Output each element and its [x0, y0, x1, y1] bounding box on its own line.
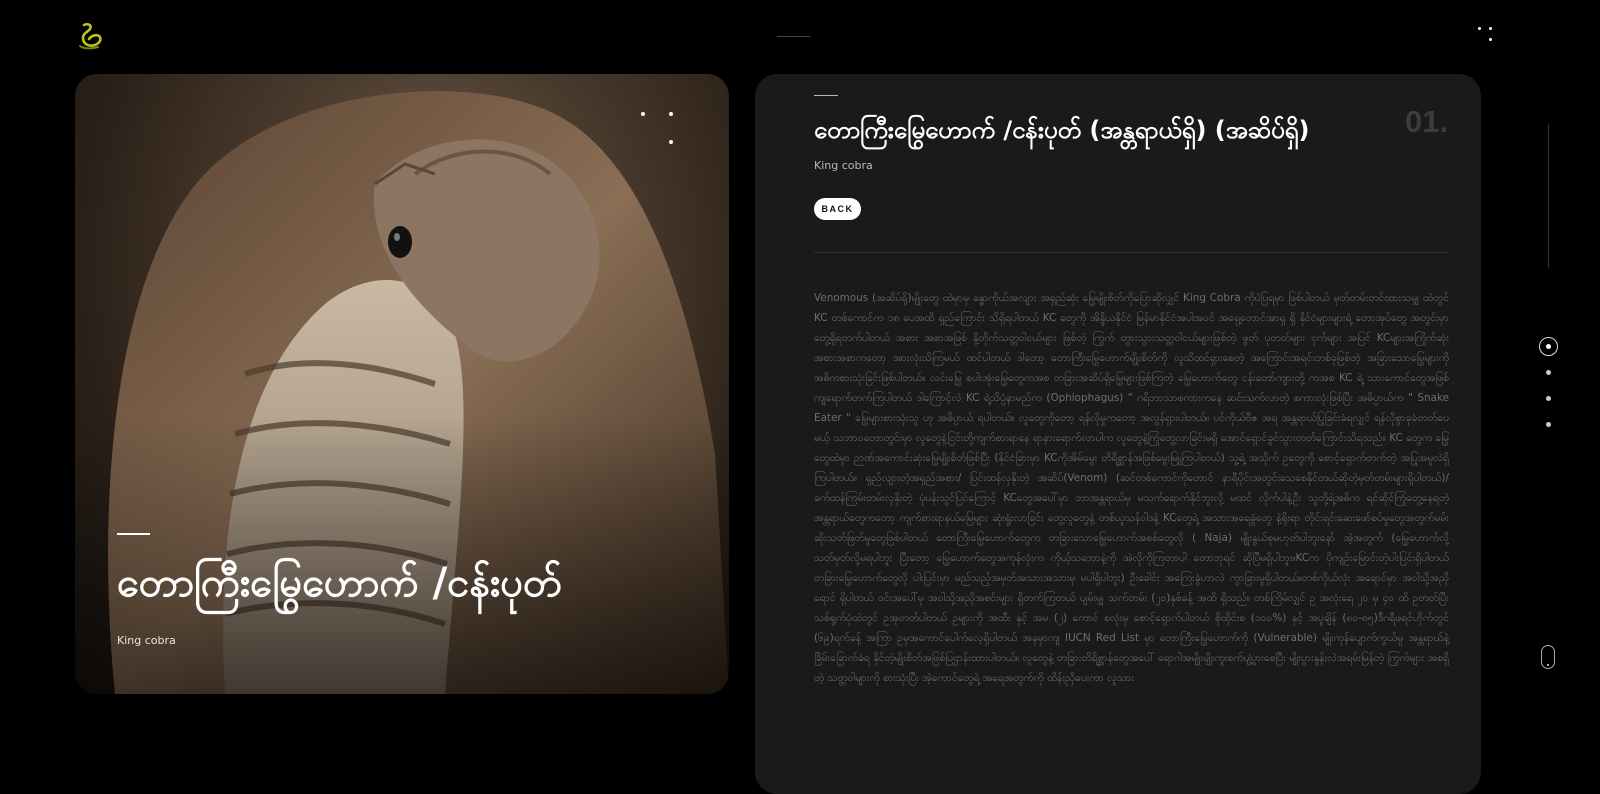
hero-rule: [117, 533, 150, 535]
detail-divider: [814, 252, 1449, 253]
side-vertical-line: [1548, 124, 1549, 268]
back-button[interactable]: BACK: [814, 198, 861, 220]
detail-panel: တောကြီးမြွေဟောက် /ငန်းပုတ် (အန္တရာယ်ရှိ)…: [755, 74, 1481, 794]
hero-subtitle: King cobra: [117, 634, 176, 647]
detail-title: တောကြီးမြွေဟောက် /ငန်းပုတ် (အန္တရာယ်ရှိ)…: [814, 116, 1310, 144]
detail-number: 01.: [1405, 104, 1449, 139]
side-nav-dot-active[interactable]: [1539, 337, 1558, 356]
side-nav-dot[interactable]: [1546, 396, 1551, 401]
dots-menu-icon[interactable]: [1478, 27, 1494, 43]
side-nav-dot[interactable]: [1546, 422, 1551, 427]
detail-body-text: Venomous (အဆိပ်ရှိ)မျိုးတွေ ထဲမှာမှ ခန္ဓ…: [814, 292, 1449, 684]
mouse-scroll-icon: [1541, 645, 1555, 669]
detail-subtitle: King cobra: [814, 159, 873, 172]
hero-title: တောကြီးမြွေဟောက် /ငန်းပုတ်: [117, 560, 562, 606]
detail-rule: [814, 95, 838, 96]
hero-dots-icon[interactable]: [641, 112, 675, 146]
top-divider: [777, 36, 810, 37]
top-bar: [0, 0, 1600, 70]
side-nav-dot[interactable]: [1546, 370, 1551, 375]
cobra-logo-icon[interactable]: [74, 22, 106, 50]
